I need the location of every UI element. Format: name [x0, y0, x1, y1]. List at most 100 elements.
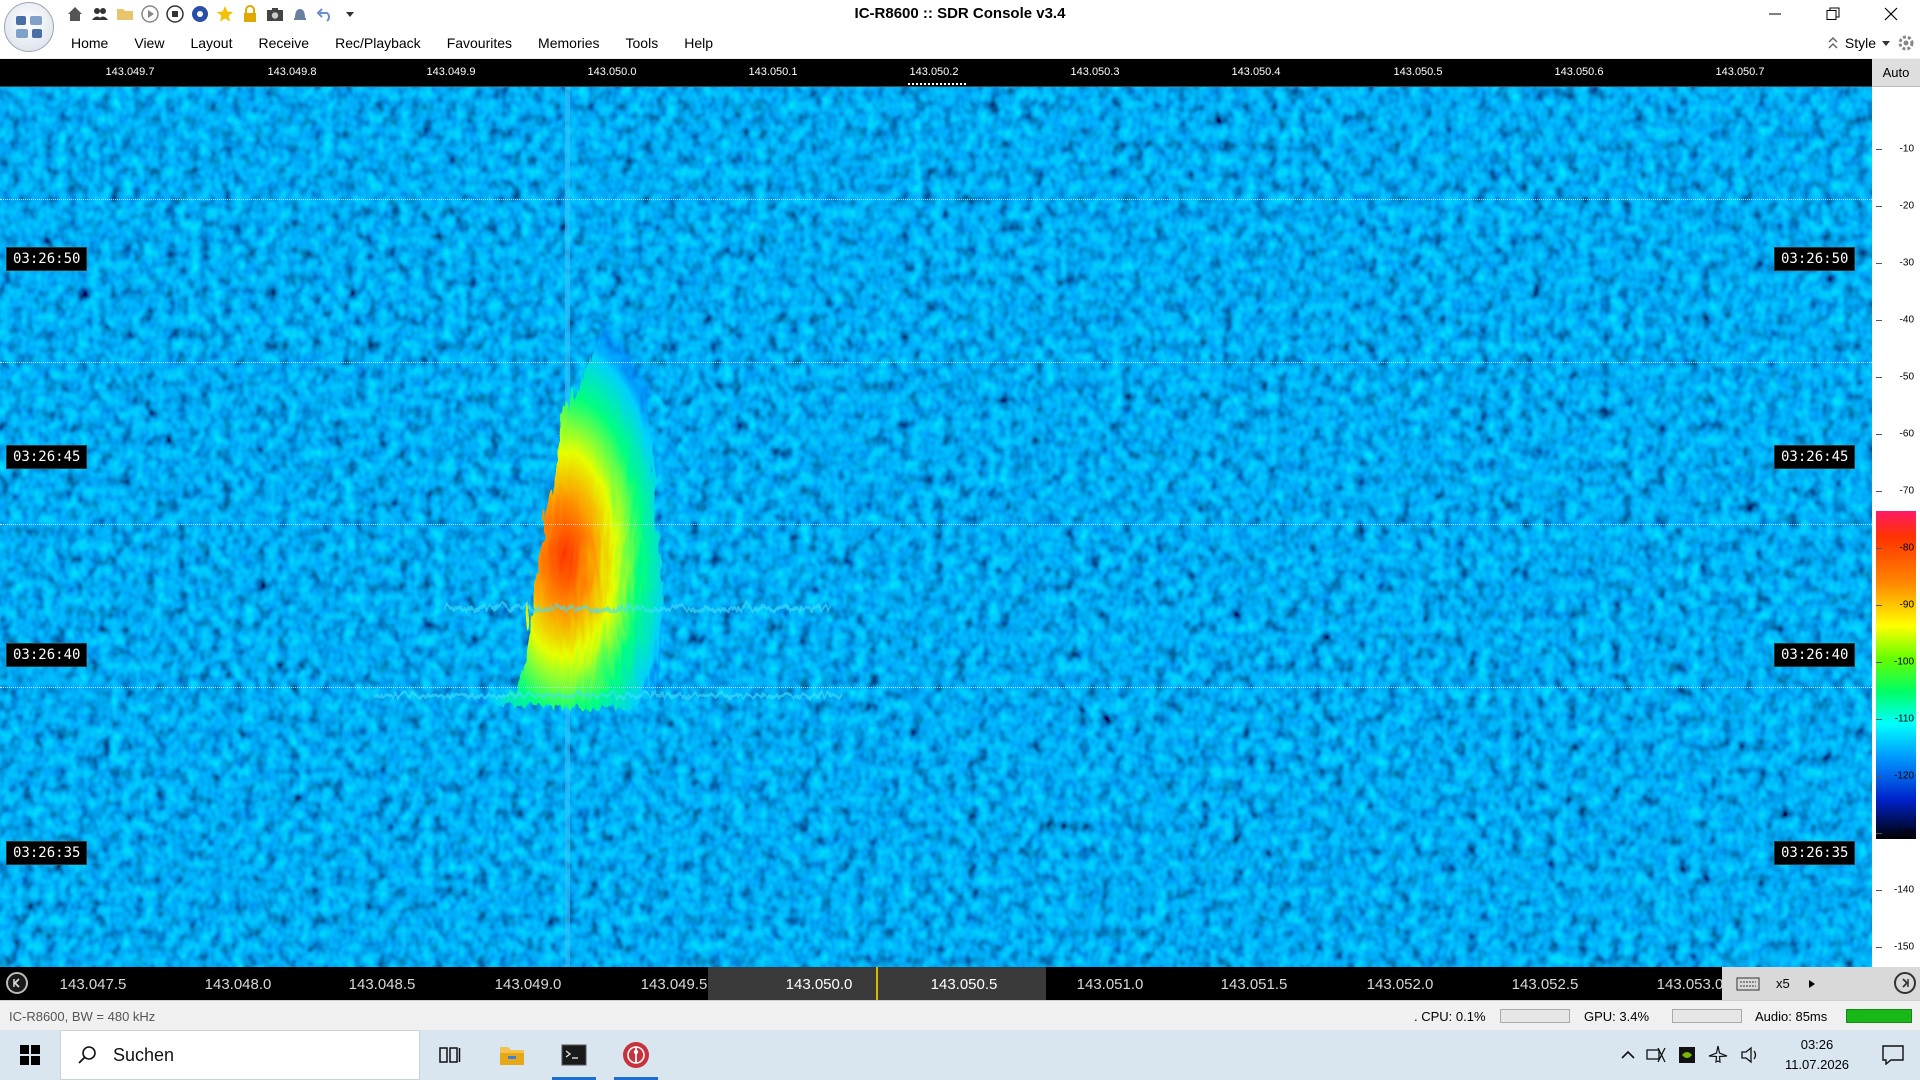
gear-icon[interactable]: [1896, 33, 1916, 53]
terminal-button[interactable]: [544, 1030, 604, 1080]
level-tick-mark: [1876, 719, 1882, 720]
app-logo-icon: [16, 16, 42, 38]
time-label-right: 03:26:40: [1774, 643, 1856, 667]
receive-frequency-marker: [908, 83, 966, 85]
frequency-axis-tick: 143.052.5: [1511, 976, 1579, 993]
menu-tools[interactable]: Tools: [615, 28, 674, 58]
chevron-up-icon[interactable]: [1620, 1049, 1636, 1061]
frequency-axis-tick: 143.051.0: [1076, 976, 1144, 993]
sdr-console-taskbar-button[interactable]: [606, 1030, 666, 1080]
level-tick-mark: [1876, 434, 1882, 435]
level-label: -20: [1899, 200, 1914, 212]
frequency-tick: 143.050.4: [1231, 66, 1281, 78]
folder-icon[interactable]: [114, 3, 136, 25]
frequency-tick: 143.049.7: [105, 66, 155, 78]
network-icon[interactable]: [1646, 1046, 1666, 1064]
scroll-right-button[interactable]: [1894, 972, 1916, 994]
volume-icon[interactable]: [1740, 1046, 1760, 1064]
time-label-left: 03:26:35: [6, 841, 88, 865]
start-button[interactable]: [0, 1030, 60, 1080]
lock-icon[interactable]: [239, 3, 261, 25]
restore-button[interactable]: [1804, 0, 1862, 28]
chevron-right-icon[interactable]: [1808, 979, 1816, 989]
time-gridline: [0, 199, 1872, 200]
application-menu-button[interactable]: [4, 2, 54, 52]
scroll-left-button[interactable]: [6, 972, 28, 994]
menu-layout[interactable]: Layout: [179, 28, 247, 58]
frequency-axis-tick: 143.048.5: [348, 976, 416, 993]
notification-icon[interactable]: [1882, 1045, 1904, 1065]
level-label: -110: [1894, 713, 1914, 725]
chevron-left-icon: [13, 978, 20, 988]
nvidia-icon[interactable]: [1678, 1046, 1696, 1064]
level-label: -80: [1899, 542, 1914, 554]
waterfall-display[interactable]: 03:26:50 03:26:45 03:26:40 03:26:35 03:2…: [0, 87, 1872, 967]
window-controls: [1746, 0, 1920, 28]
terminal-icon: [561, 1044, 587, 1066]
level-scale: Auto -10 -20 -30 -40 -50 -60 -70 -80 -90 -100 -110…: [1872, 59, 1920, 967]
home-icon[interactable]: [64, 3, 86, 25]
menu-help[interactable]: Help: [673, 28, 728, 58]
star-icon[interactable]: [214, 3, 236, 25]
level-label: -150: [1893, 941, 1914, 953]
level-label: -70: [1899, 485, 1914, 497]
minimize-button[interactable]: [1746, 0, 1804, 28]
level-tick-mark: [1876, 548, 1882, 549]
frequency-axis-tick: 143.050.5: [930, 976, 998, 993]
level-label: -90: [1899, 599, 1914, 611]
menu-memories[interactable]: Memories: [527, 28, 614, 58]
level-tick-mark: [1876, 605, 1882, 606]
keyboard-icon[interactable]: [1736, 977, 1760, 991]
menu-rec-playback[interactable]: Rec/Playback: [324, 28, 436, 58]
time-label-left: 03:26:40: [6, 643, 88, 667]
quick-access-toolbar: [64, 3, 361, 25]
menu-items: Home View Layout Receive Rec/Playback Fa…: [60, 28, 728, 58]
frequency-tick: 143.050.3: [1070, 66, 1120, 78]
stop-icon[interactable]: [164, 3, 186, 25]
search-placeholder: Suchen: [113, 1044, 175, 1065]
level-label: -100: [1893, 656, 1914, 668]
zoom-level[interactable]: x5: [1776, 976, 1790, 991]
camera-icon[interactable]: [264, 3, 286, 25]
close-button[interactable]: [1862, 0, 1920, 28]
time-gridline: [0, 362, 1872, 363]
users-icon[interactable]: [89, 3, 111, 25]
style-selector[interactable]: Style: [1827, 28, 1920, 58]
time-label-right: 03:26:35: [1774, 841, 1856, 865]
menu-bar: Home View Layout Receive Rec/Playback Fa…: [0, 28, 1920, 87]
collapse-ribbon-icon[interactable]: [1827, 35, 1839, 51]
level-label: -140: [1893, 884, 1914, 896]
record-icon[interactable]: [189, 3, 211, 25]
menu-view[interactable]: View: [123, 28, 179, 58]
audio-latency: Audio: 85ms: [1755, 1009, 1828, 1024]
level-tick-mark: [1876, 890, 1882, 891]
windows-taskbar: Suchen 03:26 11.07.2026: [0, 1030, 1920, 1080]
menu-favourites[interactable]: Favourites: [436, 28, 527, 58]
play-icon[interactable]: [139, 3, 161, 25]
level-label: -30: [1899, 257, 1914, 269]
frequency-axis-tick: 143.048.0: [204, 976, 272, 993]
color-scale-bar: [1876, 511, 1916, 839]
frequency-axis-tick: 143.052.0: [1366, 976, 1434, 993]
auto-level-button[interactable]: Auto: [1872, 59, 1920, 87]
airplane-icon[interactable]: [1708, 1045, 1728, 1065]
system-clock[interactable]: 03:26 11.07.2026: [1772, 1035, 1862, 1075]
dropdown-icon[interactable]: [339, 3, 361, 25]
chevron-right-icon: [1902, 978, 1909, 988]
menu-home[interactable]: Home: [60, 28, 123, 58]
frequency-axis-tick: 143.049.5: [640, 976, 708, 993]
frequency-axis-tick: 143.051.5: [1220, 976, 1288, 993]
frequency-axis-bottom[interactable]: 143.047.5 143.048.0 143.048.5 143.049.0 143.…: [0, 967, 1920, 1000]
bell-icon[interactable]: [289, 3, 311, 25]
file-explorer-button[interactable]: [482, 1030, 542, 1080]
gpu-usage: GPU: 3.4%: [1584, 1009, 1650, 1024]
time-gridline: [0, 524, 1872, 525]
taskbar-search[interactable]: Suchen: [60, 1030, 420, 1080]
task-view-button[interactable]: [420, 1030, 480, 1080]
status-bar: IC-R8600, BW = 480 kHz . CPU: 0.1% GPU: …: [0, 1000, 1920, 1030]
undo-icon[interactable]: [314, 3, 336, 25]
level-tick-mark: [1876, 320, 1882, 321]
clock-time: 03:26: [1800, 1037, 1834, 1052]
level-tick-mark: [1876, 263, 1882, 264]
menu-receive[interactable]: Receive: [248, 28, 325, 58]
